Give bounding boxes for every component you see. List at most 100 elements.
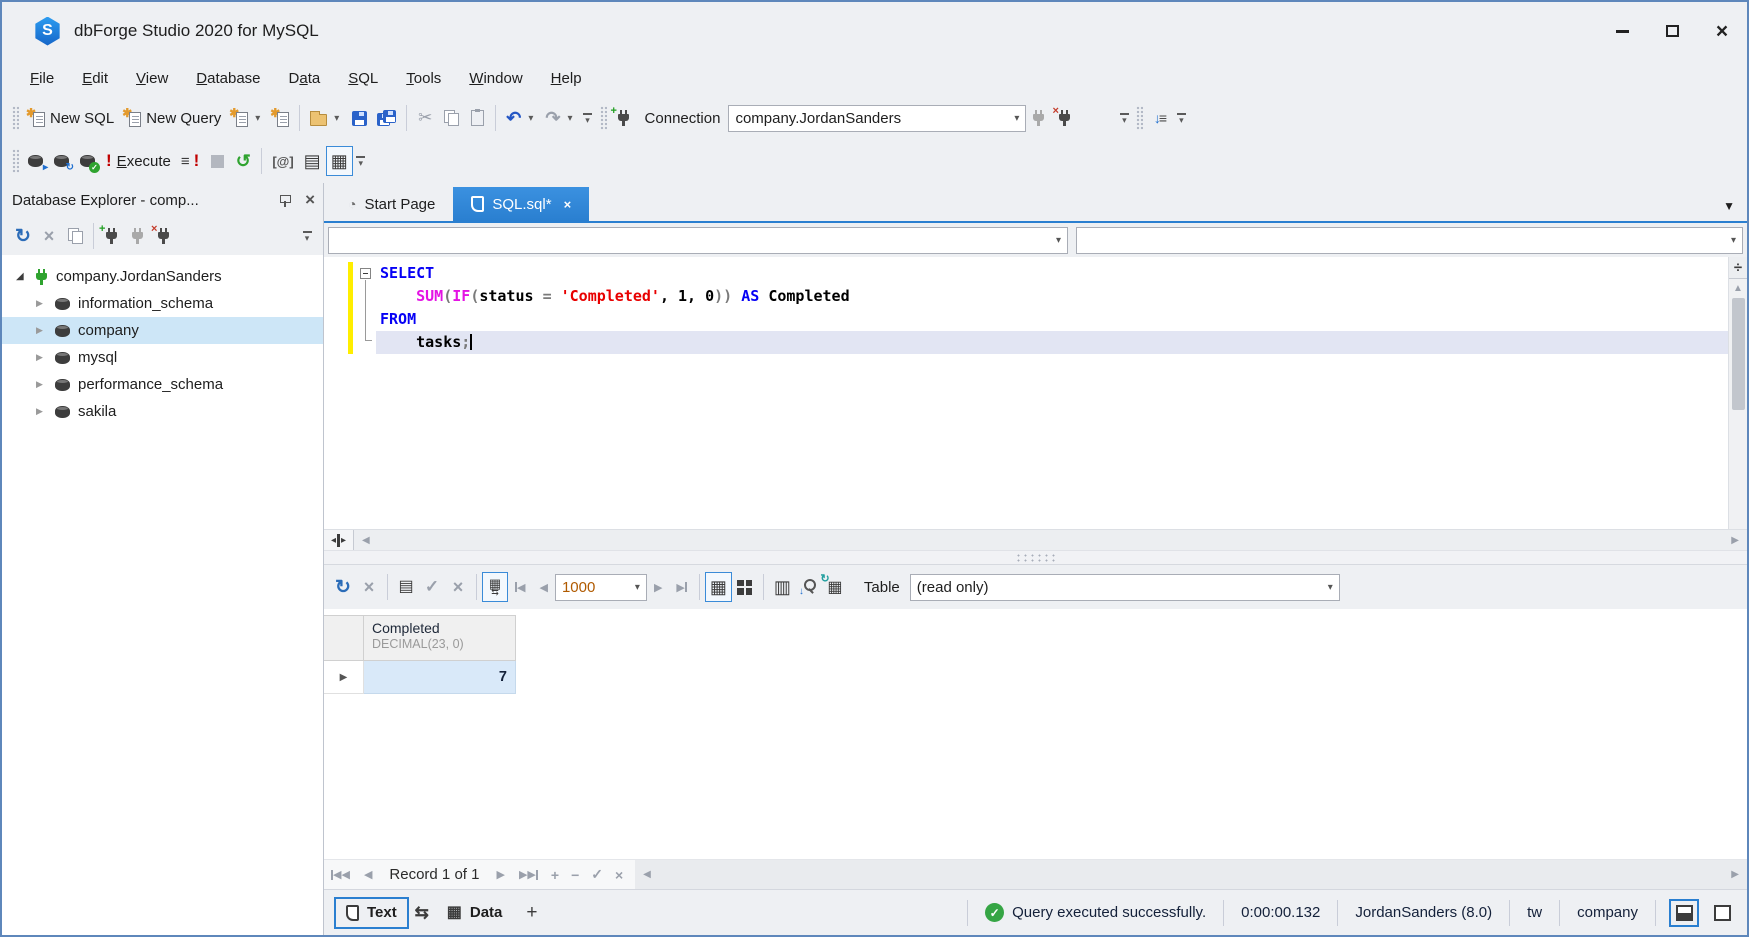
validate-button[interactable]: ✓ <box>75 146 101 176</box>
editor-vertical-scrollbar[interactable]: ÷ ▲ <box>1728 257 1747 529</box>
toolbar-overflow-button[interactable]: ▾ <box>580 104 596 132</box>
execute-script-button[interactable]: ≡ ! <box>176 146 204 176</box>
minimize-button[interactable] <box>1597 11 1647 51</box>
results-grid-toggle-button[interactable]: ▦ <box>326 146 353 176</box>
execution-plan-button[interactable]: ▤ <box>299 146 326 176</box>
next-page-button[interactable]: ▶ <box>647 581 669 594</box>
member-combobox[interactable]: ▾ <box>1076 227 1743 254</box>
reconnect-button[interactable] <box>1026 103 1052 133</box>
new-query-button[interactable]: ✱ New Query <box>119 103 226 133</box>
paste-button[interactable] <box>464 103 490 133</box>
tree-item-mysql[interactable]: ▶ mysql <box>2 344 323 371</box>
new-sql-button[interactable]: ✱ New SQL <box>23 103 119 133</box>
tree-item-information-schema[interactable]: ▶ information_schema <box>2 290 323 317</box>
column-header-completed[interactable]: Completed DECIMAL(23, 0) <box>364 615 516 661</box>
editor-split-handle[interactable]: ÷ <box>1729 257 1748 279</box>
new-connection-button[interactable]: + <box>611 103 637 133</box>
menu-file[interactable]: File <box>16 65 68 92</box>
cancel-results-button[interactable]: × <box>356 572 382 602</box>
apply-changes-button[interactable]: ✓ <box>419 572 445 602</box>
tree-item-performance-schema[interactable]: ▶ performance_schema <box>2 371 323 398</box>
expand-icon[interactable]: ▶ <box>36 352 48 363</box>
explorer-overflow-button[interactable]: ▾ <box>299 222 315 250</box>
splitter-grip[interactable] <box>1015 553 1057 562</box>
cancel-changes-button[interactable]: × <box>445 572 471 602</box>
cut-button[interactable]: ✂ <box>412 103 438 133</box>
row-selector-header[interactable] <box>324 615 364 661</box>
scroll-right-icon[interactable]: ▶ <box>1723 869 1747 880</box>
menu-window[interactable]: Window <box>455 65 536 92</box>
grid-data-row[interactable]: ▶ 7 <box>324 661 516 694</box>
first-record-button[interactable]: ◀◀ <box>324 868 357 881</box>
tree-item-company[interactable]: ▶ company <box>2 317 323 344</box>
database-info[interactable]: company <box>1565 904 1650 921</box>
execute-settings-button[interactable]: ↻ <box>49 146 75 176</box>
post-edit-button[interactable]: ✓ <box>585 866 609 883</box>
menu-database[interactable]: Database <box>182 65 274 92</box>
column-visibility-button[interactable]: ▥ <box>769 572 796 602</box>
scroll-up-icon[interactable]: ▲ <box>1733 279 1743 298</box>
toolbar-grip[interactable] <box>600 106 607 130</box>
scroll-right-icon[interactable]: ▶ <box>1723 535 1747 546</box>
first-page-button[interactable]: ◀ <box>508 581 532 594</box>
append-record-button[interactable]: + <box>545 867 565 883</box>
new-file-button[interactable]: ✱ <box>267 103 294 133</box>
row-selector-cell[interactable]: ▶ <box>324 661 364 694</box>
explorer-connect-button[interactable] <box>125 221 151 251</box>
format-button[interactable]: ↓≡ <box>1147 103 1173 133</box>
close-button[interactable]: × <box>1697 11 1747 51</box>
expand-icon[interactable]: ▶ <box>36 298 48 309</box>
menu-data[interactable]: Data <box>275 65 335 92</box>
previous-record-button[interactable]: ◀ <box>357 868 379 881</box>
scroll-left-icon[interactable]: ◀ <box>354 535 378 546</box>
previous-page-button[interactable]: ◀ <box>532 581 554 594</box>
copy-button[interactable] <box>438 103 464 133</box>
tab-text-view[interactable]: Text <box>334 897 409 929</box>
delete-record-button[interactable]: − <box>565 867 585 883</box>
execute-to-file-button[interactable]: ▸ <box>23 146 49 176</box>
query-history-button[interactable]: ↺ <box>230 146 256 176</box>
expand-icon[interactable]: ▶ <box>36 379 48 390</box>
tree-item-sakila[interactable]: ▶ sakila <box>2 398 323 425</box>
split-layout-button[interactable] <box>1669 899 1699 927</box>
stop-button[interactable] <box>204 146 230 176</box>
last-record-button[interactable]: ▶▶ <box>512 868 545 881</box>
connection-info[interactable]: JordanSanders (8.0) <box>1343 904 1504 921</box>
sql-editor[interactable]: SELECT SUM(IF(status = 'Completed', 1, 0… <box>324 257 1747 529</box>
auto-refresh-button[interactable]: ▦↻ <box>822 572 848 602</box>
save-all-button[interactable] <box>372 103 401 133</box>
menu-sql[interactable]: SQL <box>334 65 392 92</box>
grid-horizontal-scrollbar[interactable]: ◀ ▶ <box>635 860 1747 889</box>
scrollbar-thumb[interactable] <box>1732 298 1745 410</box>
toolbar-overflow-button[interactable]: ▾ <box>353 147 369 175</box>
editor-results-splitter[interactable] <box>324 550 1747 565</box>
paging-toggle-button[interactable]: ▦⇆ <box>482 572 508 602</box>
redo-button[interactable]: ↷▾ <box>540 103 579 133</box>
query-profiler-button[interactable]: [@] <box>267 146 298 176</box>
horizontal-split-handle[interactable]: ◂▸ <box>324 530 354 550</box>
execute-button[interactable]: ! Execute <box>101 146 176 176</box>
document-outline-combobox[interactable]: ▾ <box>328 227 1068 254</box>
tab-data-view[interactable]: ▦ Data <box>435 897 515 929</box>
new-document-button[interactable]: ✱ ▾ <box>226 103 267 133</box>
save-button[interactable] <box>346 103 372 133</box>
tab-sql-sql[interactable]: SQL.sql* × <box>453 187 589 221</box>
toolbar-grip[interactable] <box>12 106 19 130</box>
add-view-button[interactable]: + <box>514 902 549 924</box>
toolbar-grip[interactable] <box>1136 106 1143 130</box>
scroll-left-icon[interactable]: ◀ <box>635 869 659 880</box>
code-area[interactable]: SELECT SUM(IF(status = 'Completed', 1, 0… <box>324 257 1728 529</box>
explorer-new-connection-button[interactable]: + <box>99 221 125 251</box>
undo-button[interactable]: ↶▾ <box>501 103 540 133</box>
menu-tools[interactable]: Tools <box>392 65 455 92</box>
table-mode-combobox[interactable]: (read only) ▾ <box>910 574 1340 601</box>
tab-list-dropdown[interactable]: ▼ <box>1723 199 1747 221</box>
open-button[interactable]: ▾ <box>305 103 346 133</box>
toolbar-overflow-button[interactable]: ▾ <box>1116 104 1132 132</box>
last-page-button[interactable]: ▶ <box>669 581 693 594</box>
expand-icon[interactable]: ▶ <box>36 406 48 417</box>
refresh-results-button[interactable]: ↻ <box>330 572 356 602</box>
explorer-duplicate-button[interactable] <box>62 221 88 251</box>
menu-edit[interactable]: Edit <box>68 65 122 92</box>
incremental-search-button[interactable]: ↓ <box>796 572 822 602</box>
